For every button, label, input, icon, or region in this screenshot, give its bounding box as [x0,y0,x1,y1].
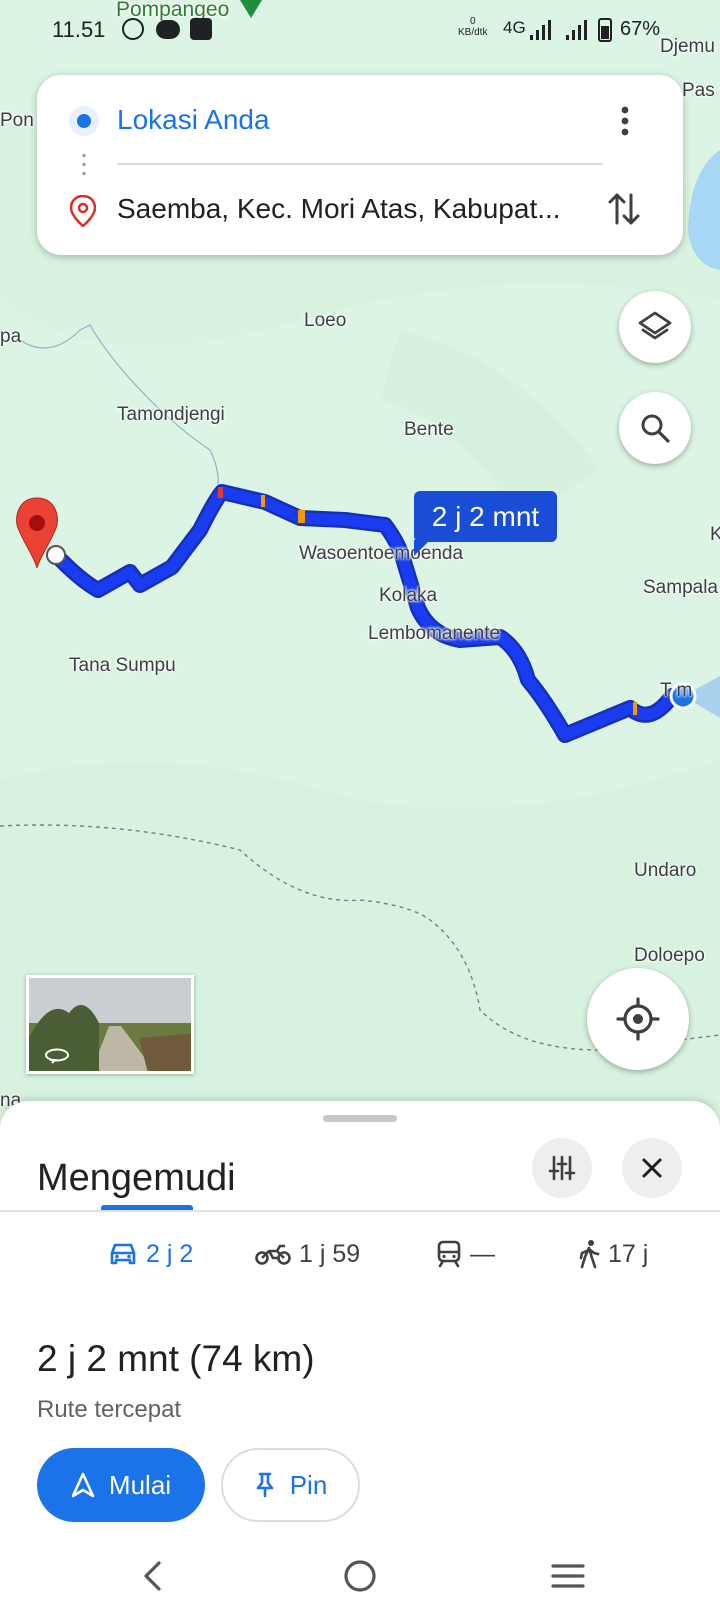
nav-home-button[interactable] [332,1548,388,1604]
map-label: Tana Sumpu [69,655,176,676]
destination-field[interactable]: Saemba, Kec. Mori Atas, Kabupat... [117,193,597,225]
back-icon [144,1561,161,1591]
swap-vert-icon[interactable] [604,187,644,231]
map-label: Kolaka [379,585,438,606]
map-label: Doloepo [634,945,705,966]
map-label: Tamondjengi [117,404,225,425]
map-label: Lembomanente [368,623,501,644]
origin-dot-icon [69,106,99,136]
app-icon [190,18,212,40]
travel-mode-tabs: 2 j 2 1 j 59 — 17 j [0,1229,720,1285]
route-dots [82,151,86,179]
route-end-circle [46,545,66,565]
signal-icon [566,20,587,40]
tab-driving[interactable]: 2 j 2 [108,1229,193,1279]
field-divider [117,163,603,165]
map-label: Pon [0,110,34,131]
map-label: T m [660,680,693,701]
battery-icon [598,18,612,42]
search-icon [641,414,670,443]
system-nav-bar [0,1540,720,1612]
start-button[interactable]: Mulai [37,1448,205,1522]
menu-icon [551,1564,585,1588]
start-button-label: Mulai [108,1469,172,1500]
home-icon [344,1560,376,1592]
tab-motorcycle-label: 1 j 59 [299,1239,361,1268]
map-label: Sampala [643,577,718,598]
my-location-button[interactable] [587,968,689,1070]
network-speed: 0 KB/dtk [458,16,488,38]
signal-icon [530,20,551,40]
street-view-thumbnail[interactable] [26,975,194,1074]
tab-walking[interactable]: 17 j [578,1229,648,1279]
map-label: Wasoentoemoenda [299,543,464,564]
map-label: Bente [404,419,454,440]
transit-icon [437,1240,461,1268]
map-label: pa [0,326,22,347]
battery-percent: 67% [620,18,661,40]
map-label: Undaro [634,860,697,881]
car-icon [110,1243,136,1265]
rotate-360-icon [45,1048,69,1064]
network-type: 4G [503,18,526,37]
map-label: Pas [682,80,715,101]
tune-icon [548,1155,576,1181]
sheet-title: Mengemudi [37,1157,236,1199]
route-subtitle: Rute tercepat [37,1396,182,1423]
navigation-arrow-icon [71,1472,95,1498]
close-button[interactable] [622,1138,682,1198]
line-icon [156,20,180,39]
origin-field[interactable]: Lokasi Anda [117,104,270,136]
close-icon [642,1158,662,1178]
nav-menu-button[interactable] [540,1548,596,1604]
route-line [48,484,680,743]
route-duration-callout[interactable]: 2 j 2 mnt [414,491,557,556]
map-view[interactable]: Pompangeo Djemu Pas Pon Loeo pa Tamondje… [0,0,720,1110]
whatsapp-icon [122,18,144,40]
more-vert-icon[interactable] [607,101,643,141]
status-bar: 11.51 0 KB/dtk 4G 67% [0,0,720,58]
tab-driving-label: 2 j 2 [146,1239,194,1268]
drag-handle[interactable] [323,1115,397,1122]
tab-walking-label: 17 j [608,1239,649,1268]
pin-icon [256,1472,274,1498]
destination-pin-icon [70,195,96,227]
tab-transit[interactable]: — [436,1229,495,1279]
pin-button-label: Pin [289,1469,328,1500]
map-label: Loeo [304,310,347,331]
route-summary: 2 j 2 mnt (74 km) [37,1338,315,1379]
layers-button[interactable] [619,291,691,363]
route-options-button[interactable] [532,1138,592,1198]
motorcycle-icon [255,1244,291,1265]
tabs-divider [0,1210,720,1212]
walk-icon [579,1240,600,1269]
search-button[interactable] [619,392,691,464]
tab-motorcycle[interactable]: 1 j 59 [255,1229,360,1279]
pin-button[interactable]: Pin [221,1448,360,1522]
status-time: 11.51 [52,17,106,42]
directions-card: Lokasi Anda Saemba, Kec. Mori Atas, Kabu… [37,75,683,255]
route-duration-label: 2 j 2 mnt [431,500,540,532]
nav-back-button[interactable] [125,1548,181,1604]
layers-icon [638,311,672,340]
tab-transit-label: — [470,1239,495,1268]
my-location-icon [616,997,660,1041]
map-label: K [710,524,720,545]
